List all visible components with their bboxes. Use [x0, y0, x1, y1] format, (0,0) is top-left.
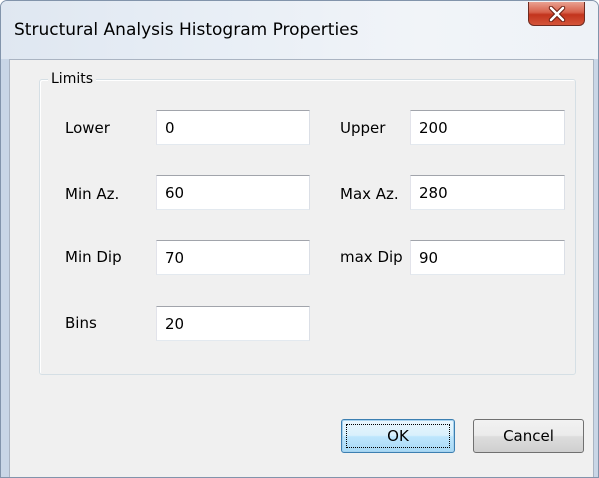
cancel-button[interactable]: Cancel — [473, 419, 584, 453]
max-az-input[interactable] — [410, 175, 565, 210]
bins-label: Bins — [65, 314, 97, 332]
min-az-input[interactable] — [156, 175, 310, 210]
lower-label: Lower — [65, 119, 110, 137]
upper-label: Upper — [340, 119, 386, 137]
ok-button[interactable]: OK — [341, 419, 455, 453]
close-x-icon — [548, 5, 565, 22]
bins-input[interactable] — [156, 306, 310, 341]
cancel-button-label: Cancel — [503, 427, 554, 445]
min-dip-input[interactable] — [156, 240, 310, 275]
upper-input[interactable] — [410, 110, 565, 145]
min-az-label: Min Az. — [65, 185, 120, 203]
close-button[interactable] — [528, 2, 585, 26]
max-dip-label: max Dip — [340, 248, 403, 266]
min-dip-label: Min Dip — [65, 248, 122, 266]
title-bar[interactable]: Structural Analysis Histogram Properties — [1, 1, 598, 59]
ok-button-label: OK — [387, 427, 409, 445]
max-az-label: Max Az. — [340, 185, 399, 203]
limits-group-label: Limits — [48, 71, 96, 87]
max-dip-input[interactable] — [410, 240, 565, 275]
lower-input[interactable] — [156, 110, 310, 145]
window-title: Structural Analysis Histogram Properties — [14, 20, 359, 40]
